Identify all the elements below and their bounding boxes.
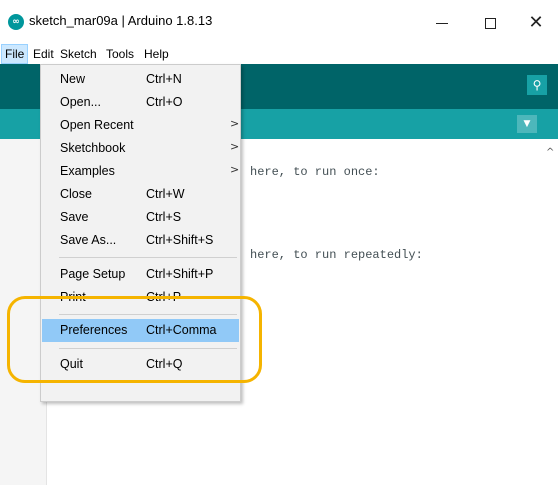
close-button[interactable]: ✕: [516, 8, 556, 38]
menu-item-page-setup[interactable]: Page Setup Ctrl+Shift+P: [42, 263, 239, 286]
menu-item-shortcut: Ctrl+S: [146, 210, 182, 224]
chevron-right-icon: >: [230, 117, 240, 130]
menu-item-close[interactable]: Close Ctrl+W: [42, 183, 239, 206]
menu-sketch[interactable]: Sketch: [57, 44, 100, 64]
menu-item-shortcut: Ctrl+N: [146, 72, 182, 86]
menu-item-label: Examples: [60, 164, 115, 178]
menu-item-label: Page Setup: [60, 267, 126, 281]
menu-item-label: Close: [60, 187, 92, 201]
menu-item-shortcut: Ctrl+W: [146, 187, 185, 201]
menu-item-label: Save As...: [60, 233, 117, 247]
minimize-button[interactable]: [422, 8, 462, 38]
serial-monitor-button[interactable]: ⚲: [527, 75, 547, 95]
menu-help[interactable]: Help: [141, 44, 172, 64]
chevron-right-icon: >: [230, 163, 240, 176]
menu-item-open-recent[interactable]: Open Recent >: [42, 114, 239, 137]
menu-item-label: New: [60, 72, 86, 86]
menu-item-label: Open...: [60, 95, 101, 109]
menu-item-new[interactable]: New Ctrl+N: [42, 68, 239, 91]
menu-separator: [59, 257, 237, 258]
window-title: sketch_mar09a | Arduino 1.8.13: [29, 13, 213, 28]
minimize-icon: [436, 22, 448, 24]
code-line: here, to run repeatedly:: [250, 248, 423, 262]
menu-item-label: Open Recent: [60, 118, 134, 132]
menu-tools[interactable]: Tools: [103, 44, 137, 64]
triangle-down-icon: ▼: [523, 119, 531, 129]
menu-item-shortcut: Ctrl+O: [146, 95, 183, 109]
menu-item-shortcut: Ctrl+Shift+S: [146, 233, 214, 247]
menu-item-label: Sketchbook: [60, 141, 126, 155]
scroll-up-icon[interactable]: ^: [546, 147, 554, 158]
tab-menu-button[interactable]: ▼: [517, 115, 537, 133]
menu-item-examples[interactable]: Examples >: [42, 160, 239, 183]
menu-item-open[interactable]: Open... Ctrl+O: [42, 91, 239, 114]
menu-bar: File Edit Sketch Tools Help: [0, 44, 558, 64]
chevron-right-icon: >: [230, 140, 240, 153]
code-line: here, to run once:: [250, 165, 380, 179]
highlight-callout: [7, 296, 262, 383]
menu-item-save[interactable]: Save Ctrl+S: [42, 206, 239, 229]
arduino-logo-icon: ∞: [8, 14, 24, 30]
menu-item-label: Save: [60, 210, 89, 224]
menu-edit[interactable]: Edit: [30, 44, 57, 64]
maximize-icon: [484, 17, 496, 29]
close-icon: ✕: [528, 12, 544, 33]
magnifier-icon: ⚲: [532, 78, 542, 92]
maximize-button[interactable]: [470, 8, 510, 38]
menu-file[interactable]: File: [1, 44, 29, 64]
menu-item-save-as[interactable]: Save As... Ctrl+Shift+S: [42, 229, 239, 252]
menu-item-shortcut: Ctrl+Shift+P: [146, 267, 214, 281]
menu-item-sketchbook[interactable]: Sketchbook >: [42, 137, 239, 160]
title-bar: ∞ sketch_mar09a | Arduino 1.8.13 ✕: [0, 0, 558, 44]
